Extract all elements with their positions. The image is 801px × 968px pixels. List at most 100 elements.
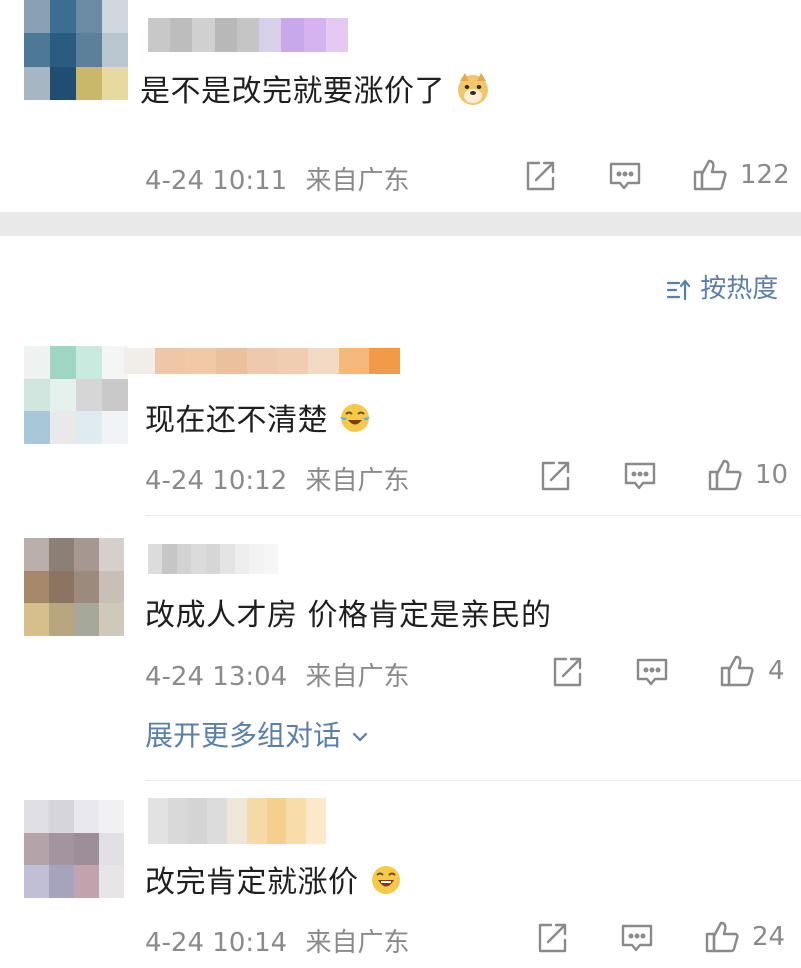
comment-location: 来自广东 <box>305 466 410 496</box>
username-pixel <box>281 18 304 52</box>
avatar-pixel <box>102 66 128 100</box>
username-blurred[interactable] <box>148 798 327 844</box>
avatar-pixel <box>74 865 99 898</box>
avatar-pixel <box>24 33 50 67</box>
sort-label: 按热度 <box>700 274 779 304</box>
avatar-pixel <box>50 346 76 379</box>
comment-divider <box>145 780 801 781</box>
username-pixel <box>259 18 282 52</box>
avatar-pixel <box>49 570 74 604</box>
avatar-pixel <box>99 538 124 571</box>
username-pixel <box>246 348 278 374</box>
username-pixel <box>214 18 237 52</box>
thumbs-up-icon[interactable] <box>692 157 728 193</box>
comment-icon[interactable] <box>622 458 658 494</box>
avatar-pixel <box>24 378 50 412</box>
avatar-pixel <box>102 411 128 444</box>
username-pixel <box>216 348 247 374</box>
comment-location: 来自广东 <box>305 662 410 692</box>
username-pixel <box>308 348 339 374</box>
thumbs-up-icon[interactable] <box>707 457 743 493</box>
comment-icon[interactable] <box>634 654 670 690</box>
username-blurred[interactable] <box>148 18 348 52</box>
section-divider <box>0 212 801 236</box>
username-blurred[interactable] <box>124 348 401 374</box>
like-count: 122 <box>740 160 790 190</box>
comment-meta: 4-24 10:14 来自广东 <box>145 922 409 959</box>
share-icon[interactable] <box>549 654 585 690</box>
avatar-pixel <box>99 832 124 866</box>
username-blurred[interactable] <box>148 544 278 574</box>
username-pixel <box>303 18 326 52</box>
chevron-down-icon <box>350 721 370 754</box>
comment-location: 来自广东 <box>305 166 410 196</box>
share-icon[interactable] <box>522 158 558 194</box>
comment-text-content: 是不是改完就要涨价了 <box>140 74 445 109</box>
comment-meta: 4-24 13:04 来自广东 <box>145 656 409 693</box>
like-count: 10 <box>755 460 789 490</box>
avatar-pixel <box>50 378 76 412</box>
username-pixel <box>187 798 208 844</box>
avatar-pixel <box>102 0 128 34</box>
avatar-pixel <box>76 66 102 100</box>
expand-thread-link[interactable]: 展开更多组对话 <box>145 714 370 754</box>
sort-button[interactable]: 按热度 <box>666 268 778 305</box>
comment-icon[interactable] <box>607 158 643 194</box>
avatar-pixel <box>76 0 102 34</box>
comment-time: 4-24 10:11 <box>145 166 288 196</box>
thumbs-up-icon[interactable] <box>719 653 755 689</box>
username-pixel <box>148 18 171 52</box>
username-pixel <box>170 18 193 52</box>
username-pixel <box>325 18 348 52</box>
username-pixel <box>207 798 228 844</box>
avatar-pixel <box>74 538 99 571</box>
avatar-pixel <box>24 832 49 866</box>
avatar-pixel <box>50 0 76 34</box>
like-count: 24 <box>752 922 786 952</box>
avatar-pixel <box>24 0 50 34</box>
username-pixel <box>286 798 307 844</box>
username-pixel <box>263 544 278 574</box>
avatar-pixel <box>24 346 50 379</box>
comment-location: 来自广东 <box>305 928 410 958</box>
avatar-pixel <box>49 538 74 571</box>
username-pixel <box>192 18 215 52</box>
avatar-pixel <box>74 800 99 833</box>
username-pixel <box>176 544 192 574</box>
comment-divider <box>145 515 801 516</box>
avatar-pixel <box>50 33 76 67</box>
doge-emoji <box>455 71 491 115</box>
comment-text: 现在还不清楚 <box>145 395 372 443</box>
avatar-pixel <box>74 570 99 604</box>
avatar-pixel <box>99 570 124 604</box>
username-pixel <box>338 348 370 374</box>
avatar[interactable] <box>24 346 128 444</box>
avatar-pixel <box>24 411 50 444</box>
avatar[interactable] <box>24 538 124 636</box>
laughing-emoji <box>369 863 403 905</box>
username-pixel <box>162 544 177 574</box>
avatar[interactable] <box>24 0 128 100</box>
comment-meta: 4-24 10:12 来自广东 <box>145 460 409 497</box>
thumbs-up-icon[interactable] <box>704 919 740 955</box>
share-icon[interactable] <box>537 458 573 494</box>
username-pixel <box>246 798 267 844</box>
share-icon[interactable] <box>534 920 570 956</box>
comment-text-content: 现在还不清楚 <box>145 403 328 438</box>
avatar-pixel <box>76 346 102 379</box>
username-pixel <box>249 544 264 574</box>
avatar-pixel <box>49 865 74 898</box>
username-pixel <box>220 544 235 574</box>
avatar-pixel <box>99 865 124 898</box>
avatar-pixel <box>49 800 74 833</box>
comment-icon[interactable] <box>619 920 655 956</box>
avatar-pixel <box>24 800 49 833</box>
avatar-pixel <box>49 603 74 636</box>
avatar-pixel <box>102 378 128 412</box>
comment-text: 改完肯定就涨价 <box>145 857 403 905</box>
username-pixel <box>234 544 250 574</box>
avatar-pixel <box>99 603 124 636</box>
avatar[interactable] <box>24 800 124 898</box>
avatar-pixel <box>50 411 76 444</box>
avatar-pixel <box>76 33 102 67</box>
